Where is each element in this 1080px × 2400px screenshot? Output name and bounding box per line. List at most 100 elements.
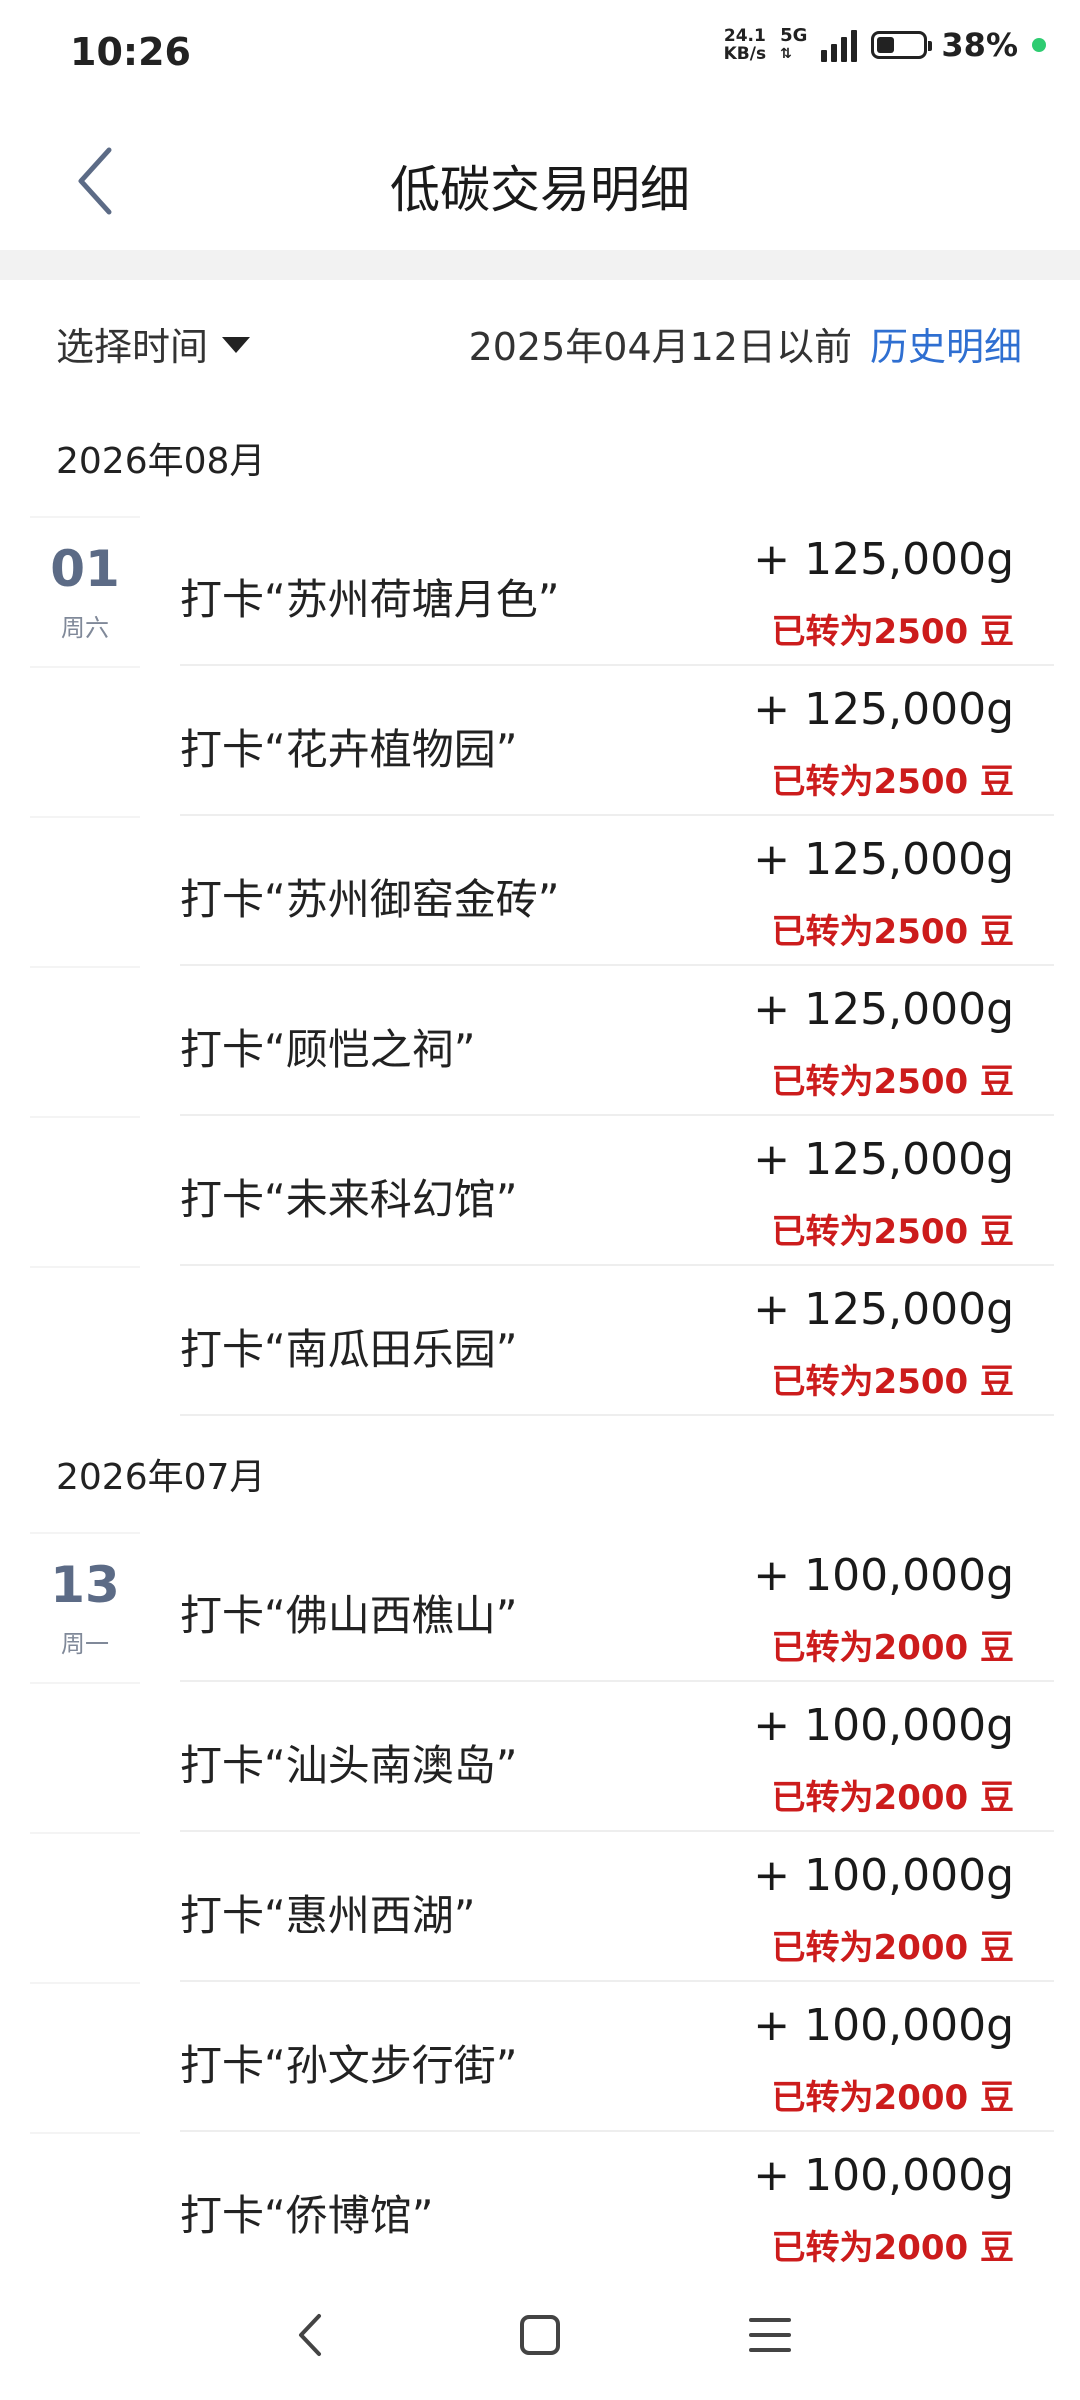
transaction-title: 打卡“苏州御窑金砖” bbox=[180, 875, 560, 924]
nav-home-button[interactable] bbox=[510, 2310, 570, 2360]
transaction-row-body: 打卡“惠州西湖” + 100,000g 已转为2000 豆 bbox=[180, 1832, 1054, 1982]
transaction-row[interactable]: 打卡“南瓜田乐园” + 125,000g 已转为2500 豆 bbox=[0, 1266, 1080, 1416]
transaction-row-body: 打卡“侨博馆” + 100,000g 已转为2000 豆 bbox=[180, 2132, 1054, 2282]
transaction-converted: 已转为2000 豆 bbox=[771, 2228, 1014, 2268]
date-cell bbox=[30, 1266, 140, 1414]
month-header: 2026年07月 bbox=[56, 1457, 266, 1498]
transaction-row-body: 打卡“南瓜田乐园” + 125,000g 已转为2500 豆 bbox=[180, 1266, 1054, 1416]
filter-row: 选择时间 2025年04月12日以前 历史明细 bbox=[0, 280, 1080, 400]
transaction-title: 打卡“汕头南澳岛” bbox=[180, 1741, 518, 1790]
transaction-row[interactable]: 打卡“顾恺之祠” + 125,000g 已转为2500 豆 bbox=[0, 966, 1080, 1116]
transaction-converted: 已转为2500 豆 bbox=[771, 1062, 1014, 1102]
transaction-row-body: 打卡“汕头南澳岛” + 100,000g 已转为2000 豆 bbox=[180, 1682, 1054, 1832]
transaction-converted: 已转为2000 豆 bbox=[771, 2078, 1014, 2118]
network-type: 5G ⇅ bbox=[780, 27, 807, 63]
transaction-row[interactable]: 13 周一 打卡“佛山西樵山” + 100,000g 已转为2000 豆 bbox=[0, 1532, 1080, 1682]
time-select-dropdown[interactable]: 选择时间 bbox=[56, 316, 251, 371]
network-speed-unit: KB/s bbox=[723, 44, 767, 64]
status-time: 10:26 bbox=[70, 30, 191, 74]
status-bar: 10:26 24.1 KB/s 5G ⇅ 38% bbox=[0, 0, 1080, 110]
battery-icon bbox=[871, 31, 933, 59]
transaction-row[interactable]: 打卡“孙文步行街” + 100,000g 已转为2000 豆 bbox=[0, 1982, 1080, 2132]
transaction-title: 打卡“未来科幻馆” bbox=[180, 1175, 518, 1224]
signal-icon bbox=[821, 28, 858, 62]
transaction-row-body: 打卡“苏州御窑金砖” + 125,000g 已转为2500 豆 bbox=[180, 816, 1054, 966]
date-cell bbox=[30, 1832, 140, 1980]
system-nav-bar bbox=[0, 2270, 1080, 2400]
transaction-converted: 已转为2500 豆 bbox=[771, 1212, 1014, 1252]
transaction-row[interactable]: 打卡“汕头南澳岛” + 100,000g 已转为2000 豆 bbox=[0, 1682, 1080, 1832]
transaction-amount: + 125,000g bbox=[753, 1134, 1014, 1185]
date-cell bbox=[30, 966, 140, 1114]
date-day: 01 bbox=[50, 540, 120, 598]
month-header: 2026年08月 bbox=[56, 441, 266, 482]
date-cell bbox=[30, 2132, 140, 2280]
privacy-dot-icon bbox=[1032, 38, 1046, 52]
network-speed-value: 24.1 bbox=[723, 26, 766, 46]
transaction-amount: + 125,000g bbox=[753, 834, 1014, 885]
header: 低碳交易明细 bbox=[0, 110, 1080, 250]
transaction-row[interactable]: 打卡“未来科幻馆” + 125,000g 已转为2500 豆 bbox=[0, 1116, 1080, 1266]
transaction-converted: 已转为2000 豆 bbox=[771, 1628, 1014, 1668]
transaction-converted: 已转为2500 豆 bbox=[771, 912, 1014, 952]
date-cell bbox=[30, 1982, 140, 2130]
transaction-title: 打卡“惠州西湖” bbox=[180, 1891, 476, 1940]
history-info: 2025年04月12日以前 历史明细 bbox=[469, 316, 1022, 371]
transaction-row[interactable]: 01 周六 打卡“苏州荷塘月色” + 125,000g 已转为2500 豆 bbox=[0, 516, 1080, 666]
transaction-row-body: 打卡“顾恺之祠” + 125,000g 已转为2500 豆 bbox=[180, 966, 1054, 1116]
network-speed: 24.1 KB/s bbox=[724, 27, 766, 63]
transaction-amount: + 100,000g bbox=[753, 1700, 1014, 1751]
date-day: 13 bbox=[50, 1556, 120, 1614]
home-square-icon bbox=[520, 2315, 560, 2355]
history-link[interactable]: 历史明细 bbox=[870, 316, 1022, 371]
status-indicators: 24.1 KB/s 5G ⇅ 38% bbox=[724, 26, 1046, 64]
transaction-title: 打卡“顾恺之祠” bbox=[180, 1025, 476, 1074]
transaction-converted: 已转为2000 豆 bbox=[771, 1778, 1014, 1818]
date-cell bbox=[30, 816, 140, 964]
transaction-amount: + 125,000g bbox=[753, 984, 1014, 1035]
transaction-row[interactable]: 打卡“苏州御窑金砖” + 125,000g 已转为2500 豆 bbox=[0, 816, 1080, 966]
nav-menu-button[interactable] bbox=[740, 2310, 800, 2360]
date-cell bbox=[30, 1682, 140, 1830]
date-cell bbox=[30, 1116, 140, 1264]
section-divider bbox=[0, 250, 1080, 280]
transaction-title: 打卡“花卉植物园” bbox=[180, 725, 518, 774]
battery-percent: 38% bbox=[941, 26, 1018, 64]
transaction-converted: 已转为2500 豆 bbox=[771, 1362, 1014, 1402]
history-note: 2025年04月12日以前 bbox=[468, 325, 852, 369]
transaction-row[interactable]: 打卡“花卉植物园” + 125,000g 已转为2500 豆 bbox=[0, 666, 1080, 816]
time-select-label: 选择时间 bbox=[56, 325, 209, 369]
transaction-row[interactable]: 打卡“侨博馆” + 100,000g 已转为2000 豆 bbox=[0, 2132, 1080, 2282]
transaction-amount: + 125,000g bbox=[753, 684, 1014, 735]
transaction-amount: + 100,000g bbox=[753, 1550, 1014, 1601]
transaction-title: 打卡“佛山西樵山” bbox=[180, 1591, 518, 1640]
menu-lines-icon bbox=[749, 2318, 791, 2352]
transaction-title: 打卡“苏州荷塘月色” bbox=[180, 575, 560, 624]
date-cell bbox=[30, 666, 140, 814]
nav-back-button[interactable] bbox=[280, 2310, 340, 2360]
caret-down-icon bbox=[222, 336, 251, 353]
transaction-row-body: 打卡“苏州荷塘月色” + 125,000g 已转为2500 豆 bbox=[180, 516, 1054, 666]
transaction-row[interactable]: 打卡“惠州西湖” + 100,000g 已转为2000 豆 bbox=[0, 1832, 1080, 1982]
date-cell: 01 周六 bbox=[30, 516, 140, 664]
transaction-amount: + 100,000g bbox=[753, 2150, 1014, 2201]
transaction-amount: + 125,000g bbox=[753, 1284, 1014, 1335]
date-weekday: 周六 bbox=[61, 614, 109, 642]
transaction-list: 2026年08月 01 周六 打卡“苏州荷塘月色” + 125,000g 已转为2500 … bbox=[0, 400, 1080, 2282]
transaction-converted: 已转为2500 豆 bbox=[771, 612, 1014, 652]
back-triangle-icon bbox=[299, 2314, 321, 2356]
network-type-label: 5G bbox=[780, 25, 808, 46]
page-title: 低碳交易明细 bbox=[390, 161, 690, 219]
transaction-amount: + 125,000g bbox=[753, 534, 1014, 585]
transaction-title: 打卡“侨博馆” bbox=[180, 2191, 434, 2240]
transaction-amount: + 100,000g bbox=[753, 1850, 1014, 1901]
transaction-amount: + 100,000g bbox=[753, 2000, 1014, 2051]
transaction-converted: 已转为2000 豆 bbox=[771, 1928, 1014, 1968]
transaction-row-body: 打卡“未来科幻馆” + 125,000g 已转为2500 豆 bbox=[180, 1116, 1054, 1266]
transaction-row-body: 打卡“佛山西樵山” + 100,000g 已转为2000 豆 bbox=[180, 1532, 1054, 1682]
date-weekday: 周一 bbox=[61, 1630, 109, 1658]
transaction-converted: 已转为2500 豆 bbox=[771, 762, 1014, 802]
date-cell: 13 周一 bbox=[30, 1532, 140, 1680]
transaction-row-body: 打卡“孙文步行街” + 100,000g 已转为2000 豆 bbox=[180, 1982, 1054, 2132]
transaction-title: 打卡“南瓜田乐园” bbox=[180, 1325, 518, 1374]
